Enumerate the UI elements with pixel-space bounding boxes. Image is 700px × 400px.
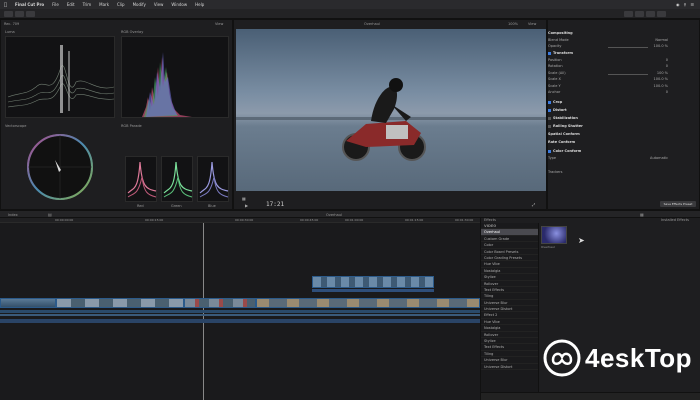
viewer-options-icon[interactable]: ▦ [242, 196, 246, 201]
storyline-clip-4[interactable] [256, 298, 480, 308]
timeline-toggle-button[interactable] [646, 11, 655, 17]
menu-mark[interactable]: Mark [99, 2, 109, 7]
menu-trim[interactable]: Trim [83, 2, 92, 7]
clip-appearance-icon[interactable]: ▦ [640, 212, 644, 217]
inspector-spatial-conform[interactable]: Spatial Conform [548, 132, 700, 138]
timecode-display[interactable]: 17:21 [266, 201, 284, 208]
watermark: 4eskTop [543, 338, 692, 378]
scopes-view-menu[interactable]: View [215, 22, 223, 26]
effect-item[interactable]: Universe Distort [481, 364, 538, 370]
luma-waveform [5, 36, 115, 118]
control-center-icon[interactable]: ☰ [690, 2, 694, 7]
share-button[interactable] [624, 11, 633, 17]
waveform-label: Luma [5, 30, 15, 34]
fullscreen-icon[interactable]: ⤢ [532, 202, 535, 207]
inspector-trackers[interactable]: Trackers [548, 170, 700, 176]
play-icon[interactable]: ▶ [245, 203, 248, 208]
mouse-cursor-icon: ➤ [578, 236, 585, 245]
menu-file[interactable]: File [52, 2, 59, 7]
vectorscope-graphic [27, 134, 93, 200]
menu-app-name[interactable]: Final Cut Pro [15, 2, 44, 7]
inspector-compositing-title: Compositing [548, 31, 573, 35]
timeline-project-name: Overhaul [326, 213, 342, 217]
transform-checkbox[interactable] [548, 51, 551, 55]
storyline-audio-3[interactable] [0, 319, 480, 323]
video-content [236, 78, 546, 161]
vectorscope-label: Vectorscope [5, 124, 27, 128]
wifi-icon[interactable]: ◉ [676, 2, 680, 7]
storyline-audio-2[interactable] [0, 314, 480, 316]
watermark-text: 4eskTop [585, 342, 693, 373]
menu-clip[interactable]: Clip [117, 2, 125, 7]
menu-view[interactable]: View [154, 2, 164, 7]
library-toggle-button[interactable] [4, 11, 13, 17]
timeline-ruler[interactable]: 00:00:00:00 00:00:15:00 00:00:30:00 00:0… [0, 218, 480, 223]
parade-red [125, 156, 157, 202]
edit-tool-icon[interactable]: ▤ [48, 212, 52, 217]
layout-button[interactable] [657, 11, 666, 17]
opacity-slider[interactable] [608, 47, 648, 48]
parade-label: RGB Parade [121, 124, 142, 128]
inspector-stabilization[interactable]: Stabilization [548, 116, 700, 122]
inspector-rate-conform[interactable]: Rate Conform [548, 140, 700, 146]
inspector-anchor[interactable]: Anchor 0 [548, 90, 700, 96]
browser-toggle-button[interactable] [15, 11, 24, 17]
viewer-clip-name: Overhaul [364, 22, 380, 26]
search-icon[interactable]: ⚲ [683, 2, 686, 7]
scopes-title: Rec. 709 [4, 22, 20, 26]
inspector-toggle-button[interactable] [635, 11, 644, 17]
import-button[interactable] [26, 11, 35, 17]
menu-help[interactable]: Help [195, 2, 204, 7]
watermark-logo-icon [543, 339, 581, 377]
inspector-scale-x[interactable]: Scale X 100.0 % [548, 77, 700, 83]
timeline-index-button[interactable]: Index [8, 213, 18, 217]
storyline-clip-1[interactable] [0, 298, 56, 308]
save-effects-preset-button[interactable]: Save Effects Preset [660, 201, 696, 207]
vectorscope [25, 132, 95, 202]
viewer-panel: Overhaul 100% View ▦ ▶ 17:21 ⤢ [233, 19, 547, 210]
menu-modify[interactable]: Modify [133, 2, 146, 7]
video-frame[interactable] [236, 29, 546, 191]
inspector-transform-title[interactable]: Transform [548, 51, 700, 57]
parade-green [161, 156, 193, 202]
menu-bar:  Final Cut Pro File Edit Trim Mark Clip… [0, 0, 700, 9]
viewer-zoom[interactable]: 100% [508, 22, 518, 26]
inspector-opacity[interactable]: Opacity 100.0 % [548, 44, 700, 50]
storyline-audio-1[interactable] [0, 310, 480, 313]
inspector-distort[interactable]: Distort [548, 108, 700, 114]
parade-red-label: Red [137, 204, 144, 208]
histogram-graphic [142, 52, 192, 117]
inspector-crop[interactable]: Crop [548, 100, 700, 106]
scale-slider[interactable] [608, 74, 648, 75]
inspector-rotation[interactable]: Rotation 0 [548, 64, 700, 70]
effects-category-list: VIDEO Overhaul Custom Grade Color Color … [481, 223, 539, 400]
effects-search-bar[interactable] [481, 392, 700, 400]
rgb-histogram [121, 36, 229, 118]
histogram-label: RGB Overlay [121, 30, 144, 34]
effects-title: Effects [484, 218, 496, 222]
inspector-color-conform[interactable]: Color Conform [548, 149, 700, 155]
viewer-view-menu[interactable]: View [528, 22, 536, 26]
menu-edit[interactable]: Edit [67, 2, 75, 7]
connected-clip[interactable] [312, 276, 434, 288]
storyline-clip-3[interactable] [184, 298, 256, 308]
effect-thumbnail-label: Overhaul [541, 245, 555, 249]
inspector-type[interactable]: Type Automatic [548, 156, 700, 162]
scopes-panel: Rec. 709 View Luma RGB Overlay Vectorsco… [0, 19, 233, 210]
installed-effects-menu[interactable]: Installed Effects [661, 218, 689, 222]
parade-blue [197, 156, 229, 202]
inspector-rolling-shutter[interactable]: Rolling Shutter [548, 124, 700, 130]
timeline-toolbar: Index Overhaul ▤ ▦ [0, 210, 700, 218]
parade-blue-label: Blue [208, 204, 216, 208]
waveform-graphic [7, 45, 115, 113]
toolbar [0, 9, 700, 19]
menu-window[interactable]: Window [171, 2, 187, 7]
storyline-clip-2[interactable] [56, 298, 184, 308]
connected-clip-audio[interactable] [312, 289, 434, 292]
timeline-panel[interactable]: 00:00:00:00 00:00:15:00 00:00:30:00 00:0… [0, 218, 480, 400]
parade-green-label: Green [171, 204, 182, 208]
apple-icon[interactable]:  [4, 2, 7, 8]
effect-thumbnail[interactable] [541, 226, 567, 244]
